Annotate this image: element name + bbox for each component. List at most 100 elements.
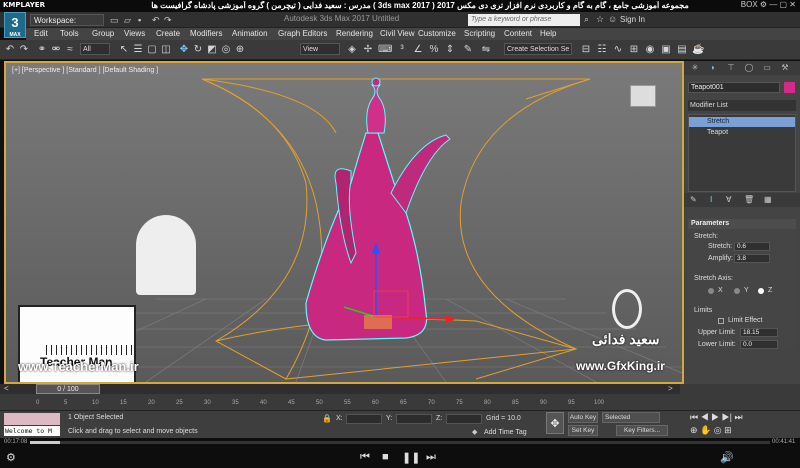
angle-snap-icon[interactable]: ∠: [412, 44, 424, 56]
playback-controls-icon[interactable]: ⏮ ◀ ▶ ▶| ⏭: [690, 412, 743, 423]
edit-named-sets-icon[interactable]: ✎: [462, 44, 474, 56]
axis-y-radio[interactable]: [734, 288, 740, 294]
axis-z-radio[interactable]: [758, 288, 764, 294]
perspective-viewport[interactable]: [+] [Perspective ] [Standard ] [Default …: [4, 61, 684, 384]
display-tab-icon[interactable]: ▭: [760, 63, 774, 73]
redo-icon[interactable]: ↷: [164, 15, 172, 26]
render-frame-icon[interactable]: ▤: [676, 44, 688, 56]
menu-create[interactable]: Create: [156, 29, 180, 38]
user-icon[interactable]: ☺: [608, 14, 617, 24]
object-color-swatch[interactable]: [784, 82, 795, 93]
menu-customize[interactable]: Customize: [418, 29, 456, 38]
link-icon[interactable]: ⚭: [36, 44, 48, 56]
undo-icon[interactable]: ↶: [152, 15, 160, 26]
menu-civil-view[interactable]: Civil View: [380, 29, 415, 38]
set-key-big-icon[interactable]: ✥: [546, 412, 564, 434]
stretch-spinner[interactable]: 0.6: [734, 242, 770, 251]
schematic-icon[interactable]: ⊞: [628, 44, 640, 56]
menu-animation[interactable]: Animation: [232, 29, 268, 38]
open-file-icon[interactable]: ▱: [124, 15, 131, 26]
stack-item-teapot[interactable]: Teapot: [689, 128, 795, 138]
menu-rendering[interactable]: Rendering: [336, 29, 373, 38]
rotate-icon[interactable]: ↻: [192, 44, 204, 56]
select-object-icon[interactable]: ↖: [118, 44, 130, 56]
upper-limit-spinner[interactable]: 18.15: [740, 328, 778, 337]
curve-editor-icon[interactable]: ∿: [612, 44, 624, 56]
window-crossing-icon[interactable]: ◫: [160, 44, 172, 56]
player-window-controls[interactable]: BOX ⚙ — ▢ ✕: [741, 0, 796, 9]
player-settings-icon[interactable]: ⚙: [6, 451, 16, 464]
render-icon[interactable]: ☕: [692, 44, 704, 56]
player-seek-bar[interactable]: [30, 441, 770, 444]
lower-limit-spinner[interactable]: 0.0: [740, 340, 778, 349]
menu-tools[interactable]: Tools: [60, 29, 79, 38]
modifier-list-dropdown[interactable]: Modifier List: [688, 100, 796, 111]
add-time-tag[interactable]: Add Time Tag: [484, 429, 527, 436]
undo-icon[interactable]: ↶: [4, 44, 16, 56]
bind-spacewarp-icon[interactable]: ≈: [64, 44, 76, 56]
stack-item-stretch[interactable]: Stretch: [689, 117, 795, 127]
show-end-result-icon[interactable]: Ⅰ: [710, 195, 712, 204]
hierarchy-tab-icon[interactable]: ⊤: [724, 63, 738, 73]
search-input[interactable]: Type a keyword or phrase: [468, 14, 580, 26]
align-icon[interactable]: ⊟: [580, 44, 592, 56]
pin-stack-icon[interactable]: ✎: [690, 195, 697, 204]
axis-x-radio[interactable]: [708, 288, 714, 294]
workspace-dropdown[interactable]: Workspace: Default: [30, 14, 104, 36]
move-icon[interactable]: ✥: [178, 44, 190, 56]
save-file-icon[interactable]: ▪: [138, 15, 141, 25]
player-volume-icon[interactable]: 🔊: [720, 451, 734, 464]
x-coord-field[interactable]: [346, 414, 382, 424]
motion-tab-icon[interactable]: ◯: [742, 63, 756, 73]
binoculars-icon[interactable]: ⌕: [584, 14, 589, 25]
pivot-center-icon[interactable]: ◈: [346, 44, 358, 56]
track-bar[interactable]: 0 5 10 15 20 25 30 35 40 45 50 55 60 65 …: [0, 394, 680, 410]
limit-effect-checkbox[interactable]: [718, 318, 724, 324]
viewcube[interactable]: [630, 85, 656, 107]
player-stop-icon[interactable]: ■: [382, 451, 389, 463]
rect-selection-icon[interactable]: ▢: [146, 44, 158, 56]
configure-sets-icon[interactable]: ▦: [764, 195, 772, 204]
render-setup-icon[interactable]: ▣: [660, 44, 672, 56]
menu-views[interactable]: Views: [124, 29, 145, 38]
time-slider-track[interactable]: [0, 384, 680, 394]
named-selection-dropdown[interactable]: Create Selection Se: [504, 43, 572, 55]
navigation-controls-icon[interactable]: ⊕ ✋ ◎ ⊞: [690, 425, 732, 436]
mirror-icon[interactable]: ⇋: [480, 44, 492, 56]
next-frame-icon[interactable]: >: [668, 384, 673, 393]
set-key-button[interactable]: Set Key: [568, 425, 598, 436]
key-filters-button[interactable]: Key Filters...: [616, 425, 668, 436]
signin-link[interactable]: Sign In: [620, 15, 645, 24]
lock-selection-icon[interactable]: 🔒: [322, 414, 332, 423]
y-coord-field[interactable]: [396, 414, 432, 424]
snap-icon[interactable]: ³: [396, 44, 408, 56]
parameters-title[interactable]: Parameters: [688, 219, 796, 229]
remove-modifier-icon[interactable]: 🗑: [744, 195, 754, 204]
object-name-field[interactable]: Teapot001: [688, 82, 780, 93]
menu-help[interactable]: Help: [540, 29, 556, 38]
modify-tab-icon[interactable]: ◗: [706, 63, 720, 73]
select-by-name-icon[interactable]: ☰: [132, 44, 144, 56]
amplify-spinner[interactable]: 3.8: [734, 254, 770, 263]
player-next-icon[interactable]: ⏭: [426, 451, 436, 464]
menu-modifiers[interactable]: Modifiers: [190, 29, 222, 38]
keyboard-shortcut-icon[interactable]: ⌨: [378, 44, 392, 56]
percent-snap-icon[interactable]: %: [428, 44, 440, 56]
material-editor-icon[interactable]: ◉: [644, 44, 656, 56]
pivot-icon[interactable]: ⊕: [234, 44, 246, 56]
new-file-icon[interactable]: ▭: [110, 15, 119, 26]
unlink-icon[interactable]: ⚮: [50, 44, 62, 56]
utilities-tab-icon[interactable]: ⚒: [778, 63, 792, 73]
layer-icon[interactable]: ☷: [596, 44, 608, 56]
max-app-button[interactable]: 3 MAX: [4, 12, 26, 38]
prev-frame-icon[interactable]: <: [4, 384, 9, 393]
player-pause-icon[interactable]: ❚❚: [402, 451, 420, 464]
make-unique-icon[interactable]: ∀: [726, 195, 731, 204]
menu-group[interactable]: Group: [92, 29, 114, 38]
time-slider-thumb[interactable]: 0 / 100: [36, 384, 100, 394]
maxscript-mini-listener[interactable]: Welcome to M: [4, 426, 60, 436]
menu-content[interactable]: Content: [504, 29, 532, 38]
menu-edit[interactable]: Edit: [34, 29, 48, 38]
selection-filter-dropdown[interactable]: All: [80, 43, 110, 55]
scale-icon[interactable]: ◩: [206, 44, 218, 56]
